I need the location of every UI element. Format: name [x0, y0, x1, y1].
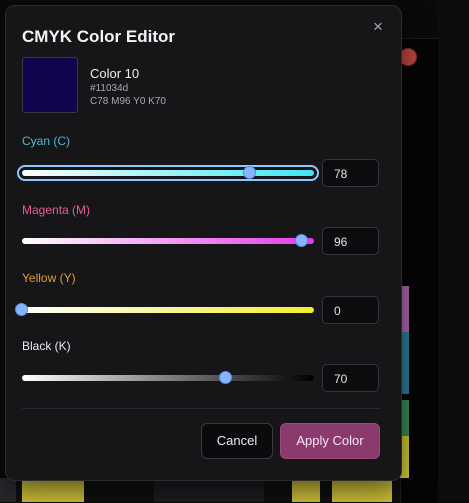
cyan-value-input[interactable]: 78	[322, 159, 379, 187]
background-tile	[332, 478, 392, 502]
cancel-button[interactable]: Cancel	[201, 423, 273, 459]
black-slider[interactable]	[22, 371, 314, 384]
black-slider-thumb[interactable]	[219, 371, 233, 384]
magenta-slider[interactable]	[22, 234, 314, 247]
yellow-slider[interactable]	[15, 303, 314, 316]
background-tile	[292, 478, 320, 502]
magenta-value-input[interactable]: 96	[322, 227, 379, 255]
color-swatch	[22, 57, 78, 113]
magenta-slider-thumb[interactable]	[295, 234, 309, 247]
close-icon[interactable]: ×	[369, 18, 387, 36]
cmyk-editor-dialog: CMYK Color Editor × Color 10 #11034d C78…	[5, 5, 402, 481]
background-tile	[22, 478, 84, 502]
yellow-label: Yellow (Y)	[22, 271, 76, 285]
color-name: Color 10	[90, 66, 140, 81]
black-label: Black (K)	[22, 339, 71, 353]
magenta-label: Magenta (M)	[22, 203, 91, 217]
cyan-slider[interactable]	[17, 165, 319, 181]
yellow-slider-thumb[interactable]	[15, 303, 28, 316]
color-cmyk-values: C78 M96 Y0 K70	[90, 96, 166, 107]
background-tile	[154, 478, 264, 502]
apply-color-button[interactable]: Apply Color	[280, 423, 380, 459]
background-tile	[0, 478, 16, 502]
cyan-slider-thumb[interactable]	[242, 166, 256, 179]
cyan-label: Cyan (C)	[22, 134, 71, 148]
background-right-edge	[438, 0, 469, 502]
dialog-title: CMYK Color Editor	[22, 27, 175, 46]
footer-divider	[22, 408, 380, 409]
yellow-value-input[interactable]: 0	[322, 296, 379, 324]
black-value-input[interactable]: 70	[322, 364, 379, 392]
color-hex: #11034d	[90, 83, 129, 94]
